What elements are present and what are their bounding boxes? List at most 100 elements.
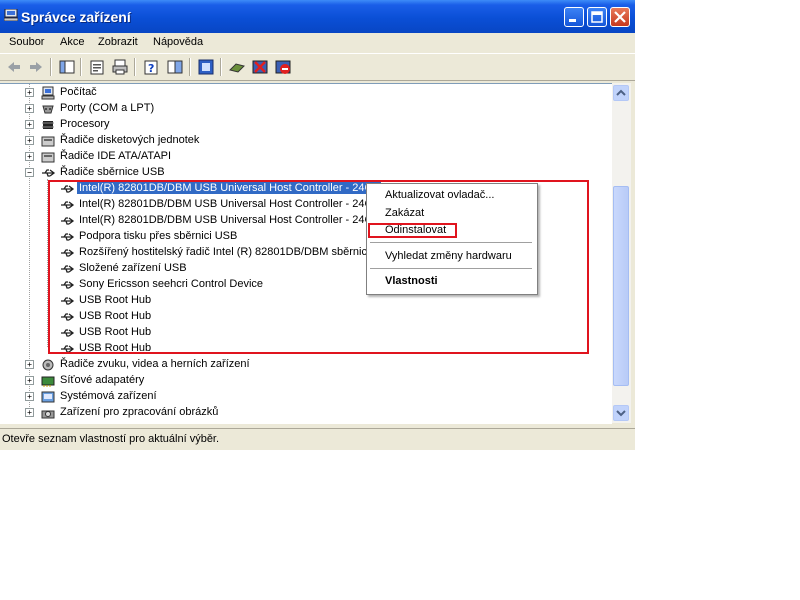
- properties-icon[interactable]: [88, 58, 106, 76]
- port-icon: [42, 105, 54, 114]
- device-manager-window: Správce zařízení Soubor Akce Zobrazit Ná…: [0, 0, 635, 450]
- menu-bar: Soubor Akce Zobrazit Nápověda: [0, 33, 635, 52]
- show-hide-console-tree-icon[interactable]: [58, 58, 76, 76]
- context-item-disable[interactable]: Zakázat: [385, 207, 424, 219]
- forward-arrow-icon[interactable]: [27, 58, 45, 76]
- tree-item-label: Zařízení pro zpracování obrázků: [60, 406, 219, 418]
- computer-icon: [41, 86, 55, 100]
- device-label: USB Root Hub: [79, 310, 152, 322]
- ide-controller-icon: [41, 152, 55, 163]
- usb-device-item[interactable]: USB Root Hub: [0, 309, 612, 325]
- tree-category[interactable]: + Řadiče zvuku, videa a herních zařízení: [0, 357, 612, 373]
- expand-icon[interactable]: +: [25, 392, 34, 401]
- context-item-scan-hardware[interactable]: Vyhledat změny hardwaru: [385, 250, 512, 262]
- refresh-icon[interactable]: [197, 58, 215, 76]
- tree-item-label: Řadiče zvuku, videa a herních zařízení: [60, 358, 250, 370]
- processor-icon: [42, 121, 54, 129]
- device-label: Rozšířený hostitelský řadič Intel (R) 82…: [79, 246, 374, 258]
- tree-category[interactable]: + Řadiče disketových jednotek: [0, 133, 612, 149]
- expand-icon[interactable]: +: [25, 376, 34, 385]
- tree-category[interactable]: + Porty (COM a LPT): [0, 101, 612, 117]
- tree-category[interactable]: + Síťové adapatéry: [0, 373, 612, 389]
- scroll-thumb[interactable]: [613, 186, 629, 386]
- close-icon: [614, 11, 626, 23]
- help-icon[interactable]: ?: [142, 58, 160, 76]
- usb-device-icon: [61, 249, 75, 257]
- disable-icon[interactable]: [274, 58, 292, 76]
- print-icon[interactable]: [111, 58, 129, 76]
- uninstall-icon[interactable]: [251, 58, 269, 76]
- maximize-button[interactable]: [587, 7, 607, 27]
- menu-soubor[interactable]: Soubor: [9, 36, 44, 48]
- minimize-icon: [569, 19, 576, 22]
- tree-item-label: Systémová zařízení: [60, 390, 157, 402]
- device-label: USB Root Hub: [79, 294, 152, 306]
- scroll-up-button[interactable]: [613, 85, 629, 101]
- chevron-up-icon: [616, 89, 626, 96]
- vertical-scrollbar[interactable]: [612, 83, 631, 423]
- tree-item-label: Počítač: [60, 86, 97, 98]
- toolbar-separator: [50, 58, 52, 76]
- back-arrow-icon[interactable]: [5, 58, 23, 76]
- toolbar: ?: [0, 53, 635, 81]
- usb-device-item[interactable]: USB Root Hub: [0, 293, 612, 309]
- device-label: Složené zařízení USB: [79, 262, 187, 274]
- svg-text:?: ?: [148, 62, 154, 75]
- context-item-uninstall[interactable]: Odinstalovat: [385, 224, 446, 236]
- toolbar-separator: [189, 58, 191, 76]
- expand-icon[interactable]: +: [25, 88, 34, 97]
- tree-category[interactable]: + Počítač: [0, 85, 612, 101]
- network-adapter-icon: [41, 376, 55, 387]
- usb-device-icon: [61, 329, 75, 337]
- device-label: Sony Ericsson seehcri Control Device: [79, 278, 264, 290]
- tree-item-label: Procesory: [60, 118, 110, 130]
- device-label: USB Root Hub: [79, 326, 152, 338]
- tree-category[interactable]: − Řadiče sběrnice USB: [0, 165, 612, 181]
- scroll-down-button[interactable]: [613, 405, 629, 421]
- tree-item-label: Řadiče sběrnice USB: [60, 166, 165, 178]
- tree-item-label: Síťové adapatéry: [60, 374, 145, 386]
- expand-icon[interactable]: +: [25, 360, 34, 369]
- context-item-update-driver[interactable]: Aktualizovat ovladač...: [385, 189, 494, 201]
- tree-category[interactable]: + Zařízení pro zpracování obrázků: [0, 405, 612, 421]
- expand-icon[interactable]: +: [25, 152, 34, 161]
- usb-device-item[interactable]: USB Root Hub: [0, 341, 612, 357]
- export-list-icon[interactable]: [166, 58, 184, 76]
- expand-icon[interactable]: +: [25, 120, 34, 129]
- collapse-icon[interactable]: −: [25, 168, 34, 177]
- menu-zobrazit[interactable]: Zobrazit: [98, 36, 138, 48]
- expand-icon[interactable]: +: [25, 408, 34, 417]
- expand-icon[interactable]: +: [25, 104, 34, 113]
- selected-device-label: Intel(R) 82801DB/DBM USB Universal Host …: [77, 182, 381, 194]
- maximize-icon: [591, 11, 603, 23]
- minimize-button[interactable]: [564, 7, 584, 27]
- context-menu-separator: [370, 242, 532, 243]
- usb-device-icon: [61, 345, 75, 353]
- close-button[interactable]: [610, 7, 630, 27]
- computer-app-icon: [4, 9, 18, 21]
- tree-item-label: Řadiče disketových jednotek: [60, 134, 200, 146]
- tree-category[interactable]: + Řadiče IDE ATA/ATAPI: [0, 149, 612, 165]
- context-item-properties[interactable]: Vlastnosti: [385, 275, 438, 287]
- device-label: Intel(R) 82801DB/DBM USB Universal Host …: [79, 214, 379, 226]
- tree-category[interactable]: + Procesory: [0, 117, 612, 133]
- toolbar-separator: [80, 58, 82, 76]
- tree-item-label: Řadiče IDE ATA/ATAPI: [60, 150, 172, 162]
- sound-icon: [42, 359, 54, 371]
- menu-akce[interactable]: Akce: [60, 36, 84, 48]
- usb-device-icon: [61, 313, 75, 321]
- usb-device-item[interactable]: USB Root Hub: [0, 325, 612, 341]
- usb-icon: [42, 169, 56, 177]
- scan-hardware-icon[interactable]: [228, 58, 246, 76]
- context-menu: Aktualizovat ovladač... Zakázat Odinstal…: [366, 183, 538, 295]
- imaging-device-icon: [41, 410, 55, 419]
- menu-napoveda[interactable]: Nápověda: [153, 36, 203, 48]
- usb-device-icon: [61, 233, 75, 241]
- toolbar-separator: [134, 58, 136, 76]
- title-bar[interactable]: Správce zařízení: [0, 0, 635, 33]
- window-title: Správce zařízení: [21, 9, 131, 25]
- expand-icon[interactable]: +: [25, 136, 34, 145]
- tree-category[interactable]: + Systémová zařízení: [0, 389, 612, 405]
- usb-device-icon: [61, 265, 75, 273]
- status-bar: Otevře seznam vlastností pro aktuální vý…: [0, 428, 635, 449]
